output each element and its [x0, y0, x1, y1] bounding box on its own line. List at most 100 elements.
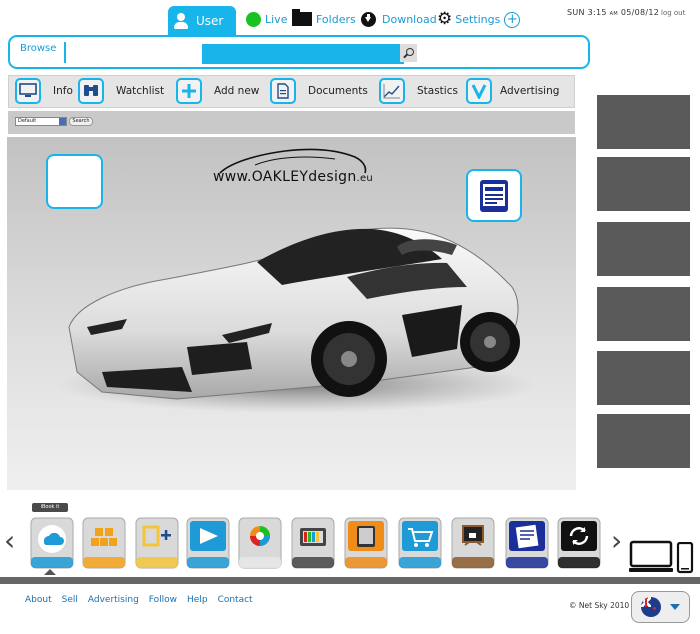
- datetime-date: 05/08/12: [620, 8, 660, 17]
- tablet-app-icon: [344, 517, 388, 569]
- dock-next-button[interactable]: ›: [611, 527, 622, 555]
- logo-tld: .eu: [356, 173, 374, 184]
- download-icon: [361, 12, 376, 27]
- sidebar-thumbnail[interactable]: [597, 351, 690, 405]
- newspaper-icon: [480, 179, 508, 212]
- toolbar-info-label: Info: [53, 85, 73, 97]
- copyright: © Net Sky 2010: [569, 601, 629, 610]
- logo-main: www.OAKLEYdesign: [213, 169, 357, 185]
- toolbar-documents-label: Documents: [308, 85, 368, 97]
- footer-link-sell[interactable]: Sell: [62, 595, 78, 605]
- chevron-down-icon: [670, 604, 680, 610]
- b-plus-app-icon: [135, 517, 179, 569]
- monitor-icon: [15, 78, 41, 104]
- binoculars-icon: [78, 78, 104, 104]
- folder-icon: [292, 9, 312, 26]
- dock-app-button[interactable]: [344, 517, 388, 570]
- desktop-device-icon[interactable]: [629, 540, 673, 574]
- sidebar-thumbnail[interactable]: [597, 157, 690, 211]
- color-wheel-app-icon: [238, 517, 282, 569]
- footer-link-advertising[interactable]: Advertising: [88, 595, 139, 605]
- sync-app-icon: [557, 517, 601, 569]
- toolbar-info[interactable]: Info: [15, 78, 73, 104]
- nav-folders-label: Folders: [316, 12, 356, 26]
- filter-bar: [8, 111, 575, 134]
- toolbar-documents[interactable]: Documents: [270, 78, 368, 104]
- tab-user[interactable]: User: [168, 6, 236, 36]
- boxes-app-icon: [82, 517, 126, 569]
- dock-app-button[interactable]: [186, 517, 230, 570]
- live-indicator-icon: [246, 12, 261, 27]
- search-icon: [405, 48, 414, 56]
- notes-app-icon: [505, 517, 549, 569]
- dock-app-button[interactable]: [451, 517, 495, 570]
- tv-app-icon: [291, 517, 335, 569]
- footer-link-help[interactable]: Help: [187, 595, 208, 605]
- play-app-icon: [186, 517, 230, 569]
- toolbar-advertising-label: Advertising: [500, 85, 560, 97]
- document-icon: [270, 78, 296, 104]
- dock-app-button[interactable]: [398, 517, 442, 570]
- dock-app-button[interactable]: [505, 517, 549, 570]
- dock-prev-button[interactable]: ‹: [4, 527, 15, 555]
- toolbar-watchlist[interactable]: Watchlist: [78, 78, 164, 104]
- nav-download-label: Download: [382, 13, 437, 26]
- filter-search-button[interactable]: Search: [69, 117, 93, 126]
- nav-download[interactable]: Download: [361, 12, 437, 27]
- browse-divider: [64, 42, 66, 63]
- toolbar-stastics-label: Stastics: [417, 85, 458, 97]
- dock-tooltip: iBook it: [32, 503, 68, 512]
- dock-app-button[interactable]: [291, 517, 335, 570]
- profile-placeholder[interactable]: [46, 154, 103, 209]
- sidebar-thumbnail[interactable]: [597, 95, 690, 149]
- toolbar-add-new[interactable]: Add new: [176, 78, 259, 104]
- footer-link-follow[interactable]: Follow: [149, 595, 177, 605]
- dock-app-button[interactable]: [238, 517, 282, 570]
- dock-app-button[interactable]: [30, 517, 74, 570]
- language-selector[interactable]: [631, 591, 690, 623]
- toolbar-watchlist-label: Watchlist: [116, 85, 165, 97]
- footer-links: About Sell Advertising Follow Help Conta…: [25, 595, 253, 605]
- cart-app-icon: [398, 517, 442, 569]
- copyright-text: Net Sky 2010: [578, 601, 630, 610]
- flag-icon: [641, 597, 661, 617]
- dock-app-button[interactable]: [135, 517, 179, 570]
- sidebar-thumbnail[interactable]: [597, 414, 690, 468]
- add-circle-icon[interactable]: +: [504, 11, 521, 28]
- copyright-icon: ©: [569, 601, 577, 610]
- dock-active-indicator: [44, 569, 56, 575]
- browse-label[interactable]: Browse: [20, 43, 56, 54]
- brand-logo: www.OAKLEYdesign.eu: [213, 169, 373, 185]
- footer-divider: [0, 577, 700, 584]
- footer-link-contact[interactable]: Contact: [218, 595, 253, 605]
- footer-link-about[interactable]: About: [25, 595, 52, 605]
- nav-live-label: Live: [265, 13, 288, 26]
- logout-link[interactable]: log out: [661, 9, 685, 17]
- nav-settings[interactable]: ⚙ Settings +: [437, 9, 521, 29]
- dock-app-button[interactable]: [82, 517, 126, 570]
- gear-icon: ⚙: [437, 9, 453, 29]
- toolbar-stastics[interactable]: Stastics: [379, 78, 458, 104]
- datetime-day: SUN 3:15: [567, 8, 607, 17]
- dock-app-button[interactable]: [557, 517, 601, 570]
- nav-folders[interactable]: Folders: [292, 9, 356, 26]
- blackboard-app-icon: [451, 517, 495, 569]
- chart-icon: [379, 78, 405, 104]
- search-input[interactable]: [202, 44, 404, 64]
- mobile-device-icon[interactable]: [676, 542, 694, 574]
- sidebar-thumbnail[interactable]: [597, 222, 690, 276]
- nav-settings-label: Settings: [455, 13, 501, 26]
- nav-live[interactable]: Live: [246, 12, 287, 27]
- plus-icon: [176, 78, 202, 104]
- datetime-ampm: AM: [609, 11, 619, 17]
- search-button[interactable]: [400, 44, 417, 62]
- tab-user-label: User: [196, 14, 224, 28]
- filter-select[interactable]: Default: [15, 117, 67, 126]
- cloud-app-icon: [30, 517, 74, 569]
- sidebar-thumbnail[interactable]: [597, 287, 690, 341]
- document-widget[interactable]: [466, 169, 522, 222]
- user-icon: [174, 13, 188, 29]
- toolbar-advertising[interactable]: Advertising: [466, 78, 559, 104]
- datetime: SUN 3:15 AM 05/08/12: [567, 8, 659, 17]
- toolbar-add-new-label: Add new: [214, 85, 260, 97]
